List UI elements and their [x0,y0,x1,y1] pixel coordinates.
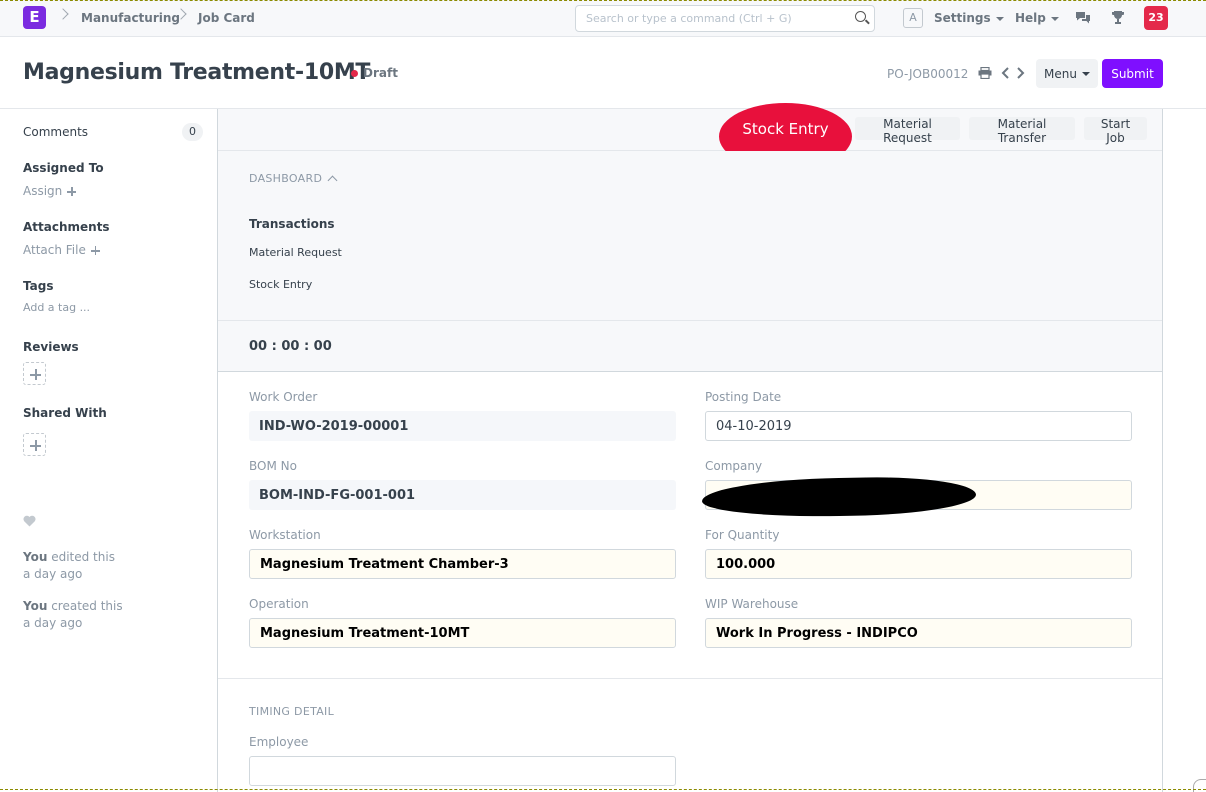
plus-icon [67,187,77,196]
settings-label: Settings [934,11,991,25]
heart-icon[interactable] [23,515,36,527]
job-timer: 00 : 00 : 00 [249,339,332,354]
section-divider [218,678,1162,679]
tags-heading: Tags [23,279,54,293]
comments-count: 0 [182,123,203,141]
start-job-button[interactable]: Start Job [1084,117,1147,145]
workstation-field[interactable] [249,549,676,579]
bom-no-label: BOM No [249,459,297,473]
status-badge: Draft [363,66,398,80]
navbar: E Manufacturing Job Card A Settings Help… [0,0,1206,37]
operation-field[interactable] [249,618,676,648]
menu-label: Menu [1044,66,1077,81]
dashboard-link-material-request[interactable]: Material Request [249,246,342,259]
menu-button[interactable]: Menu [1036,59,1098,88]
top-border [0,0,1206,1]
notification-badge[interactable]: 23 [1144,6,1168,30]
attachments-heading: Attachments [23,220,110,234]
document-name: PO-JOB00012 [887,67,969,81]
chat-icon[interactable] [1075,11,1091,24]
employee-label: Employee [249,735,309,749]
breadcrumb-job-card[interactable]: Job Card [198,11,255,25]
material-transfer-button[interactable]: Material Transfer [969,117,1075,145]
activity-action: edited this [51,550,115,564]
dashboard-title[interactable]: DASHBOARD [249,172,322,185]
activity-time: a day ago [23,616,83,630]
add-tag-link[interactable]: Add a tag ... [23,301,90,314]
activity-user: You [23,550,48,564]
caret-down-icon [1050,16,1059,21]
for-quantity-label: For Quantity [705,528,780,542]
timing-detail-title: TIMING DETAIL [249,705,335,718]
search-input[interactable] [575,5,875,32]
activity-time: a day ago [23,567,83,581]
page-title: Magnesium Treatment-10MT [23,60,371,85]
breadcrumb-manufacturing[interactable]: Manufacturing [81,11,180,25]
transactions-heading: Transactions [249,217,335,231]
plus-icon [90,246,100,255]
dashboard-section: DASHBOARD Transactions Material Request … [218,151,1162,321]
assign-link[interactable]: Assign [23,184,77,198]
caret-down-icon [1081,72,1090,76]
activity-item: You created this a day ago [23,598,123,632]
trophy-icon[interactable] [1111,10,1125,25]
wip-warehouse-label: WIP Warehouse [705,597,799,611]
work-order-label: Work Order [249,390,318,404]
workstation-label: Workstation [249,528,321,542]
bom-no-field[interactable] [249,480,676,510]
chevron-left-icon[interactable] [1000,67,1012,79]
resize-handle-icon [1193,779,1206,792]
activity-action: created this [51,599,123,613]
attach-file-label: Attach File [23,243,86,257]
work-order-field[interactable] [249,411,676,441]
material-request-button[interactable]: Material Request [855,117,960,145]
employee-field[interactable] [249,756,676,786]
main-form: Material Request Material Transfer Start… [218,103,1163,792]
activity-item: You edited this a day ago [23,549,115,583]
chevron-right-icon [57,8,69,20]
print-icon[interactable] [978,67,992,79]
dashboard-link-stock-entry[interactable]: Stock Entry [249,278,312,291]
add-review-button[interactable] [23,362,46,385]
app-logo[interactable]: E [23,6,46,29]
operation-label: Operation [249,597,309,611]
posting-date-label: Posting Date [705,390,782,404]
assign-label: Assign [23,184,63,198]
add-share-button[interactable] [23,433,46,456]
submit-button[interactable]: Submit [1102,59,1163,88]
assigned-to-heading: Assigned To [23,161,104,175]
sidebar: Comments 0 Assigned To Assign Attachment… [0,109,218,792]
reviews-heading: Reviews [23,340,79,354]
search-icon [855,11,866,22]
caret-down-icon [995,16,1004,21]
posting-date-field[interactable] [705,411,1132,441]
activity-user: You [23,599,48,613]
comments-label[interactable]: Comments [23,125,88,139]
chevron-up-icon[interactable] [327,175,338,186]
timer-section: 00 : 00 : 00 [218,321,1162,372]
company-label: Company [705,459,763,473]
avatar[interactable]: A [903,8,923,28]
bottom-border [0,789,1206,790]
status-indicator-dot [351,70,358,77]
wip-warehouse-field[interactable] [705,618,1132,648]
settings-dropdown[interactable]: Settings [934,11,1004,25]
help-dropdown[interactable]: Help [1015,11,1059,25]
help-label: Help [1015,11,1046,25]
attach-file-link[interactable]: Attach File [23,243,100,257]
for-quantity-field[interactable] [705,549,1132,579]
form-toolbar: Material Request Material Transfer Start… [218,109,1162,151]
chevron-right-icon[interactable] [1014,67,1026,79]
shared-with-heading: Shared With [23,406,107,420]
